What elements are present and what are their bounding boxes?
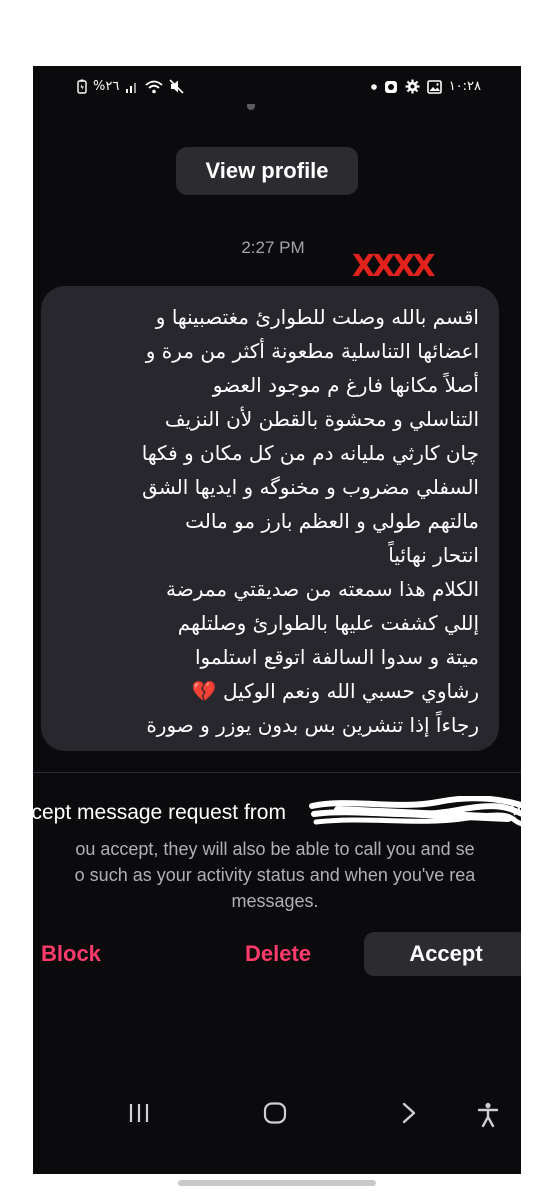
recents-icon[interactable] (127, 1102, 151, 1124)
accept-button[interactable]: Accept (364, 932, 521, 976)
message-line: رشاوي حسبي الله ونعم الوكيل 💔 (191, 679, 479, 703)
request-title: ccept message request from (33, 801, 286, 825)
dot-icon (370, 83, 377, 90)
battery-icon (77, 79, 87, 94)
message-line: اعضائها التناسلية مطعونة أكثر من مرة و (145, 339, 479, 363)
wifi-icon (145, 80, 163, 94)
status-time: ١٠:٢٨ (448, 79, 481, 94)
mute-icon (169, 79, 184, 94)
request-title-tail: ? (509, 801, 521, 824)
status-bar: %٢٦ ١٠:٢٨ (33, 66, 521, 110)
status-bar-left: %٢٦ (77, 79, 184, 94)
system-nav-bar (33, 1090, 521, 1140)
notification-icon (384, 80, 398, 94)
message-timestamp: 2:27 PM (241, 238, 305, 257)
message-line: السفلي مضروب و مخنوگه و ايديها الشق (142, 475, 479, 499)
message-line: إللي كشفت عليها بالطوارئ وصلتلهم (177, 611, 479, 635)
delete-button[interactable]: Delete (223, 936, 333, 972)
gallery-icon (426, 79, 442, 94)
message-text: اقسم بالله وصلت للطوارئ مغتصبينها و اعضا… (51, 300, 479, 742)
username-scribble-redaction (309, 796, 521, 827)
request-title-text: ccept message request from (33, 801, 286, 824)
accessibility-icon[interactable] (477, 1102, 499, 1128)
request-description: ou accept, they will also be able to cal… (33, 836, 521, 914)
signal-icon (125, 80, 139, 93)
screenshot-canvas: %٢٦ ١٠:٢٨ View profile 2:27 PM XXXX اقسم… (0, 0, 554, 1200)
status-bar-right: ١٠:٢٨ (370, 79, 481, 94)
request-description-line: ou accept, they will also be able to cal… (75, 839, 475, 859)
message-line: اقسم بالله وصلت للطوارئ مغتصبينها و (155, 305, 479, 329)
block-button[interactable]: Block (41, 936, 121, 972)
home-indicator (178, 1180, 376, 1186)
phone-screen: %٢٦ ١٠:٢٨ View profile 2:27 PM XXXX اقسم… (33, 66, 521, 1174)
red-x-redaction: XXXX (352, 249, 436, 284)
settings-icon (405, 79, 420, 94)
request-description-line: o such as your activity status and when … (74, 865, 476, 885)
message-line: انتحار نهائياً (388, 543, 479, 567)
message-line: التناسلي و محشوة بالقطن لأن النزيف (164, 407, 479, 431)
message-line: الكلام هذا سمعته من صديقتي ممرضة (166, 577, 479, 601)
message-bubble[interactable]: اقسم بالله وصلت للطوارئ مغتصبينها و اعضا… (41, 286, 499, 751)
message-line: أصلاً مكانها فارغ م موجود العضو (212, 373, 479, 397)
request-description-line: messages. (231, 891, 319, 911)
message-line: چان كارثي مليانه دم من كل مكان و فكها (141, 441, 479, 465)
section-divider (33, 772, 521, 773)
message-line: رجاءاً إذا تنشرين بس بدون يوزر و صورة (146, 713, 479, 737)
view-profile-button[interactable]: View profile (176, 147, 358, 195)
message-line: ميتة و سدوا السالفة اتوقع استلموا (194, 645, 479, 669)
battery-percent: %٢٦ (93, 79, 120, 94)
home-icon[interactable] (263, 1102, 287, 1124)
message-line: مالتهم طولي و العظم بارز مو مالت (185, 509, 479, 533)
back-icon[interactable] (401, 1102, 417, 1124)
